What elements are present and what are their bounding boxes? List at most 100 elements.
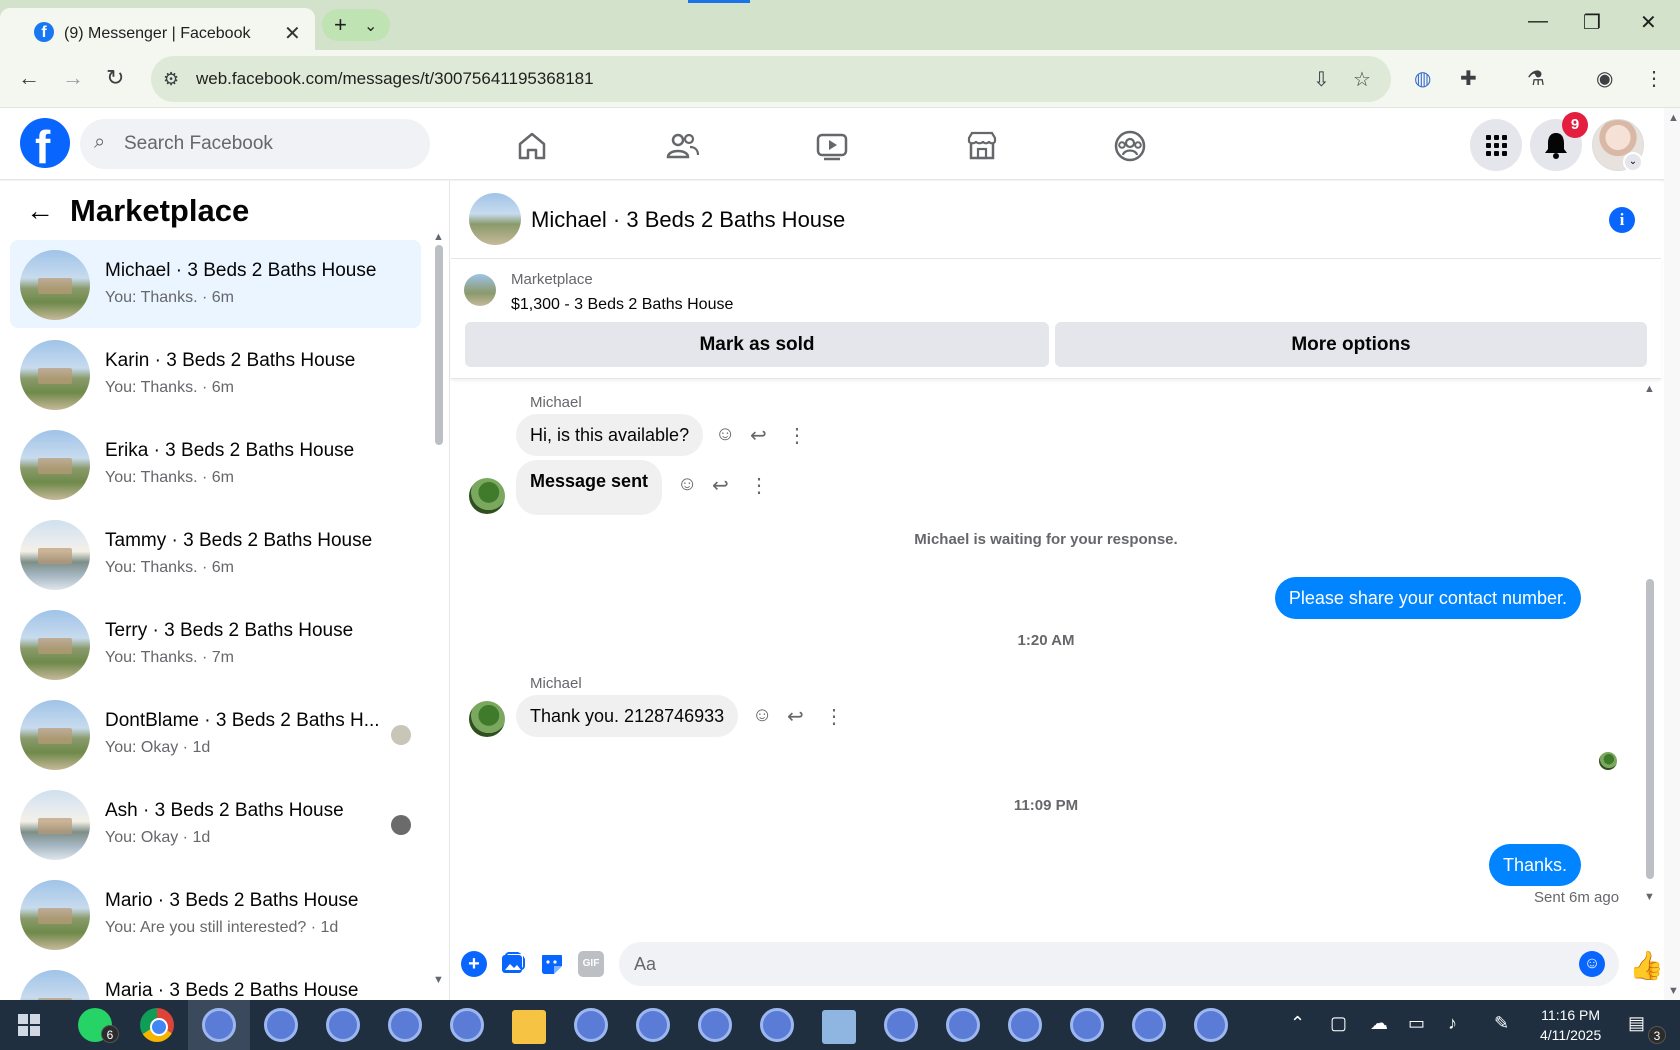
facebook-logo-icon[interactable]: f xyxy=(20,118,70,168)
meet-now-icon[interactable]: ▢ xyxy=(1330,1013,1347,1034)
scrollbar-thumb[interactable] xyxy=(435,245,443,445)
more-options-button[interactable]: More options xyxy=(1055,322,1647,367)
address-bar[interactable]: ⚙ web.facebook.com/messages/t/3007564119… xyxy=(151,56,1391,102)
chrome-profile-icon[interactable] xyxy=(636,1008,670,1042)
taskbar-clock[interactable]: 11:16 PM 4/11/2025 xyxy=(1540,1005,1601,1045)
info-icon[interactable]: i xyxy=(1609,207,1635,233)
windows-start-icon[interactable] xyxy=(18,1014,40,1036)
outgoing-message[interactable]: Please share your contact number. xyxy=(1274,577,1581,619)
back-arrow-icon[interactable]: ← xyxy=(26,195,54,227)
emoji-icon[interactable]: ☺ xyxy=(1579,951,1605,977)
forward-icon[interactable]: → xyxy=(62,65,84,91)
onedrive-cloud-icon[interactable]: ☁ xyxy=(1370,1013,1388,1034)
tray-chevron-up-icon[interactable]: ⌃ xyxy=(1290,1013,1305,1034)
marketplace-icon[interactable] xyxy=(962,126,1002,166)
conversation-item[interactable]: Michael · 3 Beds 2 Baths House You: Than… xyxy=(10,240,421,328)
notepad-icon[interactable] xyxy=(822,1010,856,1044)
chat-avatar[interactable] xyxy=(469,193,521,245)
add-plus-icon[interactable]: + xyxy=(461,951,487,977)
conversation-item[interactable]: Terry · 3 Beds 2 Baths House You: Thanks… xyxy=(10,600,421,688)
conversation-item[interactable]: Tammy · 3 Beds 2 Baths House You: Thanks… xyxy=(10,510,421,598)
chrome-profile-icon[interactable] xyxy=(264,1008,298,1042)
groups-icon[interactable] xyxy=(1110,126,1150,166)
new-tab-icon[interactable]: + xyxy=(334,12,347,38)
chrome-profile-icon[interactable] xyxy=(574,1008,608,1042)
back-icon[interactable]: ← xyxy=(18,65,40,91)
react-smiley-icon[interactable]: ☺ xyxy=(715,423,735,446)
network-icon[interactable]: ▭ xyxy=(1408,1013,1425,1034)
watch-video-icon[interactable] xyxy=(812,126,852,166)
mark-as-sold-button[interactable]: Mark as sold xyxy=(465,322,1049,367)
conversation-item[interactable]: Karin · 3 Beds 2 Baths House You: Thanks… xyxy=(10,330,421,418)
scroll-up-icon[interactable]: ▲ xyxy=(1644,383,1655,395)
account-chevron-down-icon[interactable]: ⌄ xyxy=(1623,152,1643,172)
conversation-item[interactable]: Erika · 3 Beds 2 Baths House You: Thanks… xyxy=(10,420,421,508)
incoming-message[interactable]: Thank you. 2128746933 xyxy=(516,695,739,737)
scroll-down-icon[interactable]: ▼ xyxy=(1644,891,1655,903)
scroll-down-icon[interactable]: ▼ xyxy=(433,974,444,986)
browser-menu-icon[interactable]: ⋮ xyxy=(1644,66,1664,91)
chrome-profile-icon[interactable] xyxy=(202,1008,236,1042)
browser-tab[interactable]: f (9) Messenger | Facebook ✕ xyxy=(0,8,315,50)
message-scrollbar[interactable]: ▲ ▼ xyxy=(1644,379,1656,931)
scroll-up-icon[interactable]: ▲ xyxy=(1668,112,1679,124)
friends-icon[interactable] xyxy=(662,126,702,166)
chrome-profile-icon[interactable] xyxy=(1194,1008,1228,1042)
minimize-icon[interactable]: — xyxy=(1528,10,1548,33)
conversation-item[interactable]: DontBlame · 3 Beds 2 Baths H... You: Oka… xyxy=(10,690,421,778)
listing-thumbnail[interactable] xyxy=(464,274,496,306)
chrome-profile-icon[interactable] xyxy=(326,1008,360,1042)
listing-price-title[interactable]: $1,300 - 3 Beds 2 Baths House xyxy=(511,296,733,314)
reply-icon[interactable]: ↩ xyxy=(787,704,804,729)
react-smiley-icon[interactable]: ☺ xyxy=(752,704,772,727)
thumbs-up-like-icon[interactable]: 👍 xyxy=(1629,949,1664,982)
bookmark-star-icon[interactable]: ☆ xyxy=(1353,67,1371,92)
sticker-icon[interactable] xyxy=(539,951,565,977)
site-info-icon[interactable]: ⚙ xyxy=(163,69,179,90)
reload-icon[interactable]: ↻ xyxy=(106,65,124,91)
scrollbar-thumb[interactable] xyxy=(1646,579,1654,879)
chrome-profile-icon[interactable] xyxy=(1132,1008,1166,1042)
restore-icon[interactable]: ❐ xyxy=(1583,10,1601,35)
close-window-icon[interactable]: ✕ xyxy=(1640,10,1657,35)
message-input[interactable] xyxy=(634,942,1534,986)
labs-flask-icon[interactable]: ⚗ xyxy=(1527,66,1545,91)
notification-center-icon[interactable]: ▤ xyxy=(1628,1013,1645,1034)
chrome-profile-icon[interactable] xyxy=(698,1008,732,1042)
conversation-list-scrollbar[interactable]: ▲ ▼ xyxy=(433,231,445,987)
chrome-profile-icon[interactable] xyxy=(450,1008,484,1042)
close-tab-icon[interactable]: ✕ xyxy=(284,21,301,46)
sender-avatar[interactable] xyxy=(469,478,505,514)
search-input[interactable] xyxy=(124,119,414,169)
reply-icon[interactable]: ↩ xyxy=(750,423,767,448)
sender-avatar[interactable] xyxy=(469,701,505,737)
profile-icon[interactable]: ◉ xyxy=(1596,66,1613,91)
reply-icon[interactable]: ↩ xyxy=(712,473,729,498)
chrome-profile-icon[interactable] xyxy=(388,1008,422,1042)
chrome-icon[interactable] xyxy=(140,1008,174,1042)
extensions-puzzle-icon[interactable]: ✚ xyxy=(1460,66,1477,91)
pen-icon[interactable]: ✎ xyxy=(1494,1013,1509,1034)
install-app-icon[interactable]: ⇩ xyxy=(1313,67,1330,92)
chrome-profile-icon[interactable] xyxy=(1070,1008,1104,1042)
chrome-profile-icon[interactable] xyxy=(946,1008,980,1042)
react-smiley-icon[interactable]: ☺ xyxy=(677,473,697,496)
conversation-item[interactable]: Maria · 3 Beds 2 Baths House xyxy=(10,960,421,1000)
home-icon[interactable] xyxy=(512,126,552,166)
extension-globe-icon[interactable]: ◍ xyxy=(1414,66,1431,91)
chrome-profile-icon[interactable] xyxy=(760,1008,794,1042)
incoming-message[interactable]: Hi, is this available? xyxy=(516,414,704,456)
chrome-profile-icon[interactable] xyxy=(1008,1008,1042,1042)
photo-icon[interactable] xyxy=(500,951,526,977)
more-vertical-icon[interactable]: ⋮ xyxy=(749,473,769,498)
conversation-item[interactable]: Mario · 3 Beds 2 Baths House You: Are yo… xyxy=(10,870,421,958)
conversation-item[interactable]: Ash · 3 Beds 2 Baths House You: Okay · 1… xyxy=(10,780,421,868)
page-scrollbar[interactable]: ▲ ▼ xyxy=(1664,108,1680,1000)
file-explorer-icon[interactable] xyxy=(512,1010,546,1044)
volume-icon[interactable]: ♪ xyxy=(1448,1013,1457,1034)
scroll-up-icon[interactable]: ▲ xyxy=(433,231,444,243)
chrome-profile-icon[interactable] xyxy=(884,1008,918,1042)
more-vertical-icon[interactable]: ⋮ xyxy=(824,704,844,729)
tab-search-chevron-icon[interactable]: ⌄ xyxy=(364,16,377,36)
incoming-message[interactable]: Message sent xyxy=(516,460,663,515)
